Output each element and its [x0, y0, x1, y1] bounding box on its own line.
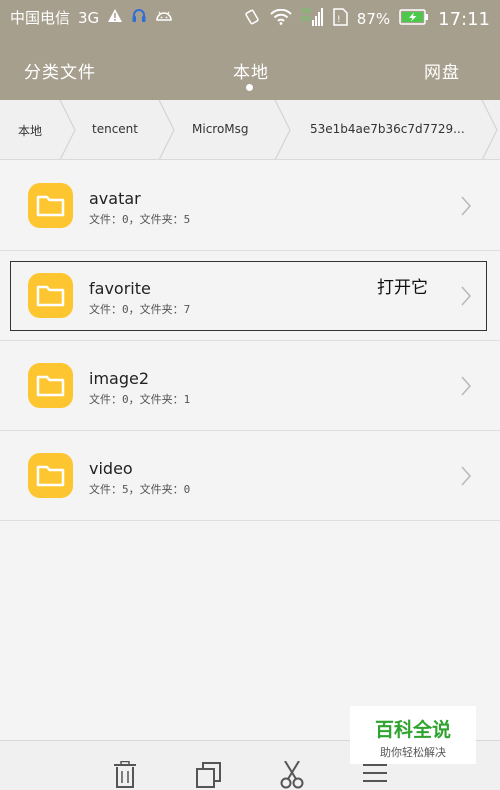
- folder-icon: [28, 363, 73, 408]
- breadcrumb-separator: [274, 100, 291, 159]
- chevron-right-icon: [461, 196, 472, 216]
- breadcrumb: 本地 tencent MicroMsg 53e1b4ae7b36c7d7729.…: [0, 100, 500, 160]
- list-item[interactable]: video 文件：5，文件夹：0: [0, 431, 500, 521]
- sim-icon: !: [332, 8, 348, 30]
- file-meta: 文件：5，文件夹：0: [89, 483, 191, 496]
- folder-icon: [28, 183, 73, 228]
- clock: 17:11: [438, 8, 490, 30]
- breadcrumb-separator: [481, 100, 498, 159]
- tab-local[interactable]: 本地: [233, 58, 269, 83]
- wifi-icon: [270, 8, 292, 29]
- cut-icon[interactable]: [279, 761, 305, 789]
- active-tab-indicator: [246, 84, 253, 91]
- chevron-right-icon: [461, 286, 472, 306]
- file-name: image2: [89, 369, 150, 388]
- tab-bar: 分类文件 本地 网盘: [0, 34, 500, 100]
- warning-icon: [107, 8, 123, 27]
- chevron-right-icon: [461, 376, 472, 396]
- battery-icon: [399, 9, 429, 29]
- breadcrumb-item-micromsg[interactable]: MicroMsg: [192, 122, 249, 136]
- svg-text:!: !: [337, 15, 341, 25]
- folder-icon: [28, 453, 73, 498]
- copy-icon[interactable]: [196, 761, 222, 789]
- breadcrumb-item-current[interactable]: 53e1b4ae7b36c7d7729...: [310, 122, 495, 136]
- file-name: avatar: [89, 189, 141, 208]
- menu-icon[interactable]: [362, 761, 388, 787]
- list-item[interactable]: image2 文件：0，文件夹：1: [0, 341, 500, 431]
- battery-percent: 87%: [356, 10, 391, 28]
- status-bar: 中国电信 3G 3G 2G ! 87% 17:11: [0, 0, 500, 34]
- file-name: video: [89, 459, 133, 478]
- headset-icon: [131, 7, 147, 28]
- chevron-right-icon: [461, 466, 472, 486]
- file-name: favorite: [89, 279, 151, 298]
- signal-3g-icon: 3G 2G: [301, 6, 323, 32]
- delete-icon[interactable]: [112, 761, 138, 789]
- watermark: 百科全说 助你轻松解决: [350, 706, 476, 764]
- breadcrumb-separator: [59, 100, 76, 159]
- svg-text:3G: 3G: [301, 7, 311, 15]
- breadcrumb-separator: [158, 100, 175, 159]
- svg-text:2G: 2G: [301, 15, 311, 23]
- watermark-title: 百科全说: [374, 719, 451, 741]
- list-item[interactable]: avatar 文件：0，文件夹：5: [0, 161, 500, 251]
- folder-icon: [28, 273, 73, 318]
- list-item[interactable]: favorite 文件：0，文件夹：7 打开它: [0, 251, 500, 341]
- carrier-label: 中国电信: [10, 9, 71, 27]
- breadcrumb-item-tencent[interactable]: tencent: [92, 122, 138, 136]
- tab-categories[interactable]: 分类文件: [24, 58, 96, 83]
- file-list: avatar 文件：0，文件夹：5 favorite 文件：0，文件夹：7 打开…: [0, 161, 500, 521]
- file-meta: 文件：0，文件夹：5: [89, 213, 191, 226]
- watermark-subtitle: 助你轻松解决: [380, 746, 446, 759]
- file-meta: 文件：0，文件夹：7: [89, 303, 191, 316]
- open-it-label: 打开它: [377, 278, 428, 298]
- network-type: 3G: [78, 8, 100, 27]
- file-meta: 文件：0，文件夹：1: [89, 393, 191, 406]
- breadcrumb-item-local[interactable]: 本地: [18, 122, 42, 139]
- android-icon: [155, 9, 173, 27]
- vibrate-icon: [243, 8, 261, 30]
- tab-cloud-disk[interactable]: 网盘: [424, 58, 460, 83]
